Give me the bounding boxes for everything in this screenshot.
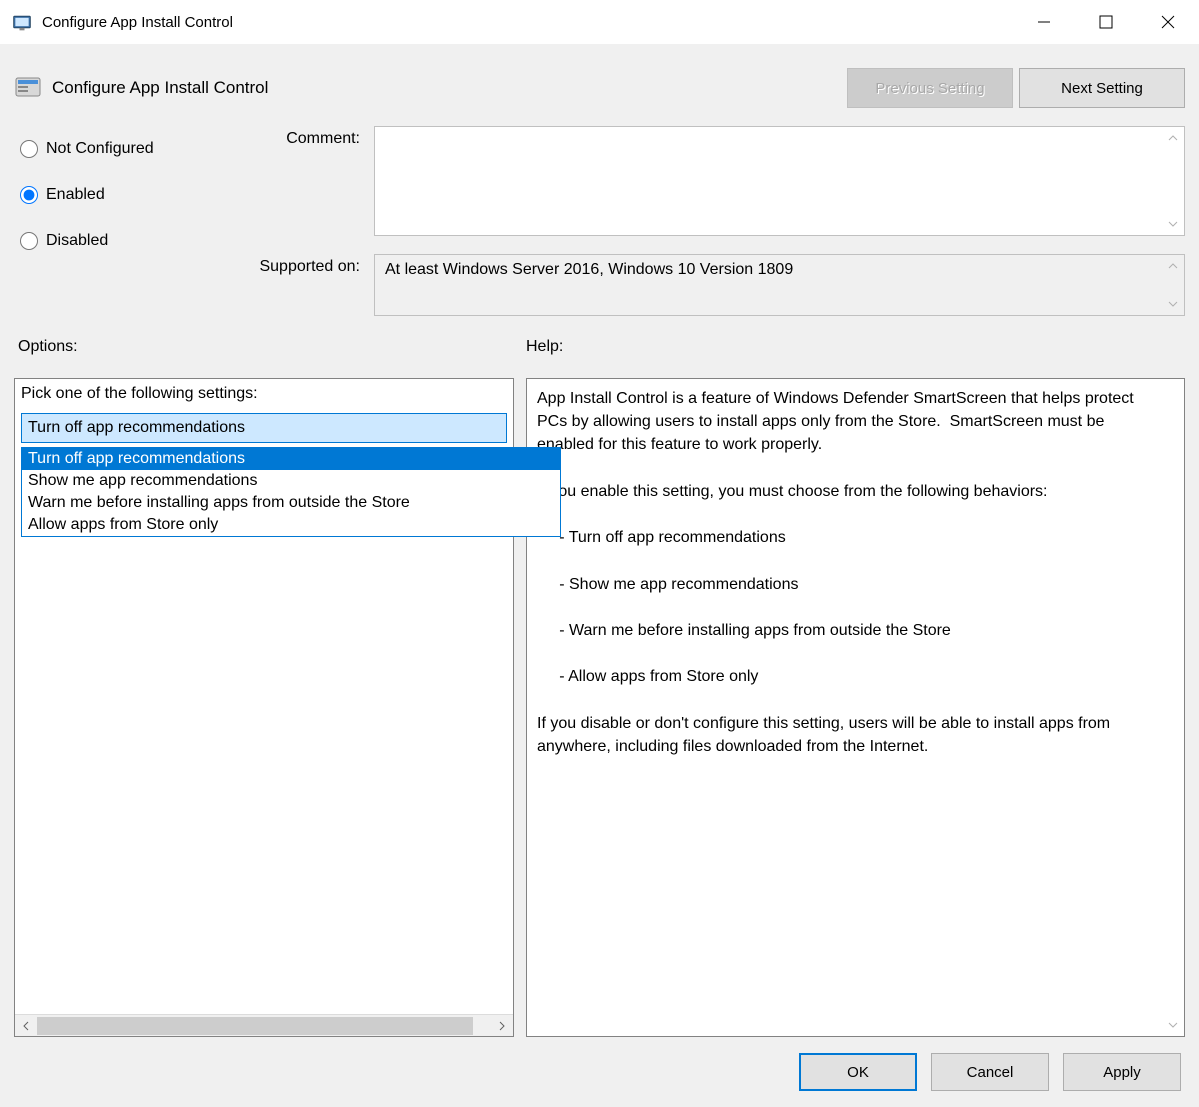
header-row: Configure App Install Control Previous S… (14, 58, 1185, 118)
gpo-policy-dialog: Configure App Install Control Configure … (0, 0, 1199, 1107)
radio-enabled[interactable] (20, 186, 38, 204)
client-area: Configure App Install Control Previous S… (0, 44, 1199, 1107)
radio-enabled-label[interactable]: Enabled (46, 186, 105, 204)
options-label: Options: (18, 338, 526, 356)
help-label: Help: (526, 338, 563, 356)
dd-item-1[interactable]: Show me app recommendations (22, 470, 560, 492)
policy-title: Configure App Install Control (52, 78, 268, 98)
state-radio-group: Not Configured Enabled Disabled (14, 126, 214, 316)
scroll-up-icon[interactable] (1166, 131, 1180, 145)
previous-setting-button: Previous Setting (847, 68, 1013, 108)
radio-not-configured-label[interactable]: Not Configured (46, 140, 154, 158)
minimize-button[interactable] (1013, 0, 1075, 44)
close-button[interactable] (1137, 0, 1199, 44)
options-prompt: Pick one of the following settings: (21, 385, 507, 403)
options-dropdown-list[interactable]: Turn off app recommendations Show me app… (21, 447, 561, 537)
scroll-down-icon (1166, 297, 1180, 311)
supported-on-value: At least Windows Server 2016, Windows 10… (374, 254, 1185, 316)
help-panel: App Install Control is a feature of Wind… (526, 378, 1185, 1037)
ok-button[interactable]: OK (799, 1053, 917, 1091)
options-dropdown-value: Turn off app recommendations (28, 419, 245, 437)
scroll-left-icon[interactable] (15, 1015, 37, 1037)
radio-not-configured[interactable] (20, 140, 38, 158)
dialog-button-row: OK Cancel Apply (14, 1037, 1185, 1107)
comment-label: Comment: (214, 126, 374, 236)
comment-textarea[interactable] (374, 126, 1185, 236)
options-dropdown[interactable]: Turn off app recommendations (21, 413, 507, 443)
options-horizontal-scrollbar[interactable] (15, 1014, 513, 1036)
policy-icon (14, 74, 42, 102)
dd-item-0[interactable]: Turn off app recommendations (22, 448, 560, 470)
radio-disabled[interactable] (20, 232, 38, 250)
scroll-down-icon[interactable] (1166, 217, 1180, 231)
app-icon (10, 10, 34, 34)
dd-item-2[interactable]: Warn me before installing apps from outs… (22, 492, 560, 514)
scroll-down-icon[interactable] (1166, 1018, 1180, 1032)
radio-disabled-label[interactable]: Disabled (46, 232, 108, 250)
supported-on-label: Supported on: (214, 254, 374, 316)
scroll-right-icon[interactable] (491, 1015, 513, 1037)
cancel-button[interactable]: Cancel (931, 1053, 1049, 1091)
next-setting-button[interactable]: Next Setting (1019, 68, 1185, 108)
apply-button[interactable]: Apply (1063, 1053, 1181, 1091)
window-title: Configure App Install Control (42, 14, 233, 31)
options-panel: Pick one of the following settings: Turn… (14, 378, 514, 1037)
scroll-up-icon (1166, 259, 1180, 273)
scrollbar-thumb[interactable] (37, 1017, 473, 1035)
titlebar: Configure App Install Control (0, 0, 1199, 44)
dd-item-3[interactable]: Allow apps from Store only (22, 514, 560, 536)
maximize-button[interactable] (1075, 0, 1137, 44)
